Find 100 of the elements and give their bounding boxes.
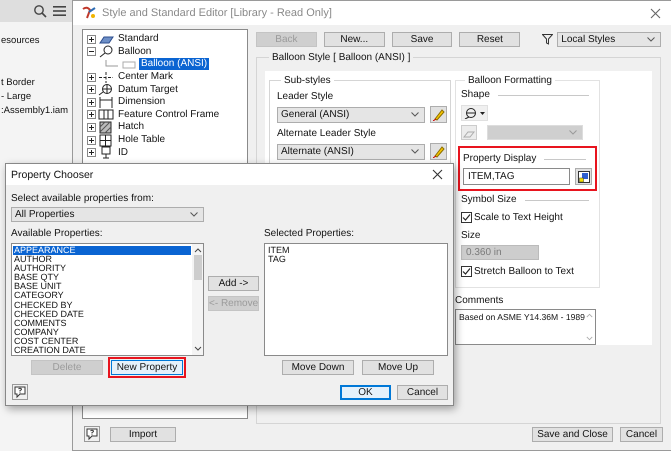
- balloon-shape-icon: [464, 107, 486, 119]
- app-logo-icon: [81, 6, 97, 20]
- scroll-thumb[interactable]: [194, 255, 202, 280]
- browser-item[interactable]: t Border: [1, 76, 72, 90]
- expander-icon[interactable]: [87, 122, 96, 132]
- group-title: Sub-styles: [283, 75, 332, 86]
- caret-icon: [411, 112, 419, 117]
- style-dropdown[interactable]: General (ANSI): [277, 106, 425, 122]
- edit-style-button[interactable]: [430, 143, 447, 160]
- tree-item[interactable]: Datum Target: [116, 84, 180, 96]
- toolbar-button[interactable]: Reset: [459, 32, 520, 46]
- tree-item[interactable]: ID: [116, 146, 130, 159]
- field-label: Alternate Leader Style: [277, 128, 377, 140]
- new-property-button[interactable]: New Property: [111, 360, 183, 375]
- list-item[interactable]: AUTHOR: [13, 255, 191, 264]
- add-button[interactable]: Add ->: [208, 276, 259, 291]
- style-icon: [98, 108, 114, 122]
- property-chooser-button[interactable]: [575, 168, 592, 185]
- property-display-field[interactable]: ITEM,TAG: [463, 168, 570, 185]
- list-item[interactable]: ITEM: [267, 246, 446, 256]
- help-icon[interactable]: [12, 384, 28, 400]
- section-label: Shape: [461, 89, 490, 101]
- filter-dropdown[interactable]: Local Styles: [557, 32, 661, 46]
- expander-icon[interactable]: [87, 110, 96, 120]
- toolbar-button[interactable]: New...: [324, 32, 385, 46]
- tree-item[interactable]: Balloon: [116, 46, 154, 58]
- help-icon[interactable]: [84, 426, 100, 442]
- style-icon: [98, 45, 114, 58]
- list-item[interactable]: COMMENTS: [13, 318, 191, 328]
- shape-button[interactable]: [461, 105, 488, 121]
- move-down-button[interactable]: Move Down: [282, 360, 354, 375]
- browser-item[interactable]: - Large: [1, 90, 72, 104]
- list-item[interactable]: TAG: [267, 255, 446, 264]
- tree-item[interactable]: Balloon (ANSI): [139, 58, 210, 70]
- tree-item[interactable]: Standard: [116, 33, 161, 46]
- expander-icon[interactable]: [87, 34, 96, 44]
- expander-icon[interactable]: [87, 136, 96, 145]
- cancel-button[interactable]: Cancel: [620, 426, 663, 442]
- expander-icon[interactable]: [87, 98, 96, 107]
- caret-icon: [647, 36, 655, 42]
- field-label: Comments: [455, 295, 504, 307]
- expander-icon[interactable]: [87, 72, 96, 82]
- expander-icon[interactable]: [87, 148, 96, 158]
- edit-style-button[interactable]: [430, 106, 447, 123]
- caret-icon: [411, 149, 419, 154]
- save-and-close-button[interactable]: Save and Close: [532, 426, 613, 442]
- section-label: Symbol Size: [461, 194, 517, 206]
- list-label: Available Properties:: [11, 228, 104, 240]
- window-title: Style and Standard Editor [Library - Read Only]: [102, 7, 332, 19]
- scroll-arrows-icon: [584, 312, 594, 342]
- checkbox-label: Scale to Text Height: [474, 212, 563, 223]
- list-item[interactable]: CREATION DATE: [13, 346, 191, 356]
- list-item[interactable]: CATEGORY: [13, 291, 191, 301]
- field-label: Select available properties from:: [11, 193, 155, 205]
- close-icon[interactable]: [650, 8, 661, 18]
- dialog-title: Property Chooser: [11, 168, 94, 180]
- caret-icon: [569, 130, 577, 135]
- expander-icon[interactable]: [87, 85, 96, 94]
- style-icon: [98, 120, 114, 134]
- scroll-up-icon[interactable]: [194, 247, 202, 253]
- list-item[interactable]: CHECKED BY: [13, 300, 191, 310]
- checkbox[interactable]: [461, 266, 472, 277]
- group-title: Balloon Formatting: [467, 75, 553, 86]
- list-item[interactable]: BASE QTY: [13, 273, 191, 282]
- pencil-icon: [432, 146, 444, 158]
- list-item[interactable]: COST CENTER: [13, 336, 191, 346]
- style-icon: [98, 70, 114, 84]
- browser-item[interactable]: esources: [1, 34, 72, 48]
- scroll-down-icon[interactable]: [194, 346, 202, 352]
- list-item[interactable]: APPEARANCE: [13, 246, 191, 256]
- tree-connector-icon: [105, 60, 119, 69]
- tree-item[interactable]: Feature Control Frame: [116, 108, 222, 121]
- checkbox[interactable]: [461, 212, 472, 223]
- style-icon: [98, 96, 114, 109]
- expander-icon[interactable]: [87, 47, 96, 56]
- toolbar-button[interactable]: Save: [392, 32, 452, 46]
- tree-item[interactable]: Hole Table: [116, 134, 168, 146]
- list-item[interactable]: BASE UNIT: [13, 282, 191, 292]
- close-icon[interactable]: [432, 169, 443, 180]
- ok-button[interactable]: OK: [340, 384, 391, 400]
- tree-item[interactable]: Dimension: [116, 96, 168, 108]
- scrollbar[interactable]: [192, 244, 203, 355]
- search-icon[interactable]: [33, 4, 47, 18]
- source-dropdown[interactable]: All Properties: [11, 207, 204, 222]
- tree-item[interactable]: Center Mark: [116, 71, 176, 84]
- caret-icon: [190, 212, 198, 217]
- list-item[interactable]: AUTHORITY: [13, 264, 191, 274]
- import-button[interactable]: Import: [110, 426, 176, 442]
- move-up-button[interactable]: Move Up: [362, 360, 434, 375]
- style-icon: [98, 134, 114, 147]
- list-item[interactable]: CHECKED DATE: [13, 310, 191, 319]
- comments-field[interactable]: Based on ASME Y14.36M - 1989: [455, 309, 596, 345]
- checkbox-label: Stretch Balloon to Text: [474, 266, 574, 277]
- cancel-button[interactable]: Cancel: [397, 384, 448, 400]
- list-item[interactable]: COMPANY: [13, 328, 191, 337]
- browser-item[interactable]: :Assembly1.iam: [1, 104, 72, 118]
- menu-icon[interactable]: [53, 5, 66, 17]
- filter-icon[interactable]: [542, 34, 554, 44]
- style-dropdown[interactable]: Alternate (ANSI): [277, 144, 425, 160]
- tree-item[interactable]: Hatch: [116, 121, 146, 134]
